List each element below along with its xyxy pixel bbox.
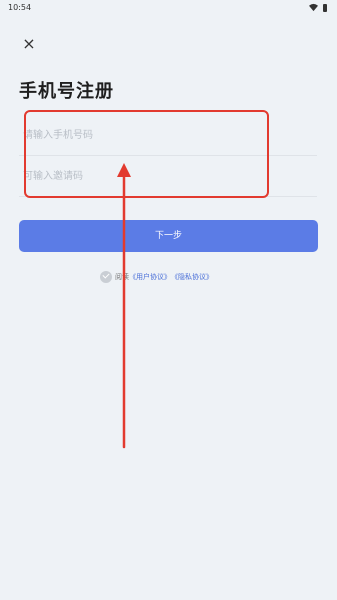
battery-icon [323,3,327,12]
status-bar: 10:54 [0,0,337,16]
status-time: 10:54 [8,3,32,12]
agreement-row: 阅读 《用户协议》 《隐私协议》 [100,270,213,284]
phone-input[interactable] [19,116,317,155]
agree-checkbox[interactable] [100,271,112,283]
user-agreement-link[interactable]: 《用户协议》 [129,272,171,282]
privacy-policy-link[interactable]: 《隐私协议》 [171,272,213,282]
invite-code-input[interactable] [19,157,317,196]
next-step-button[interactable]: 下一步 [19,220,318,252]
wifi-icon [309,3,318,12]
page-title: 手机号注册 [19,81,114,102]
agreement-prefix: 阅读 [115,273,129,281]
invite-field [19,157,317,197]
status-icons [309,3,327,12]
phone-field [19,116,317,156]
close-icon[interactable]: × [19,34,39,54]
